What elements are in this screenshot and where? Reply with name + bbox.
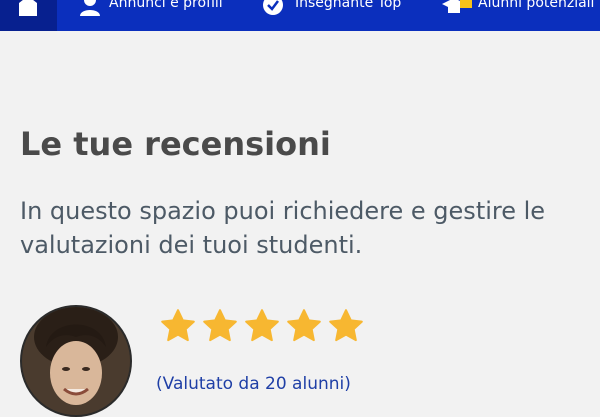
star-icon	[158, 306, 198, 346]
star-icon	[242, 306, 282, 346]
home-tab[interactable]	[0, 0, 57, 31]
star-rating	[158, 306, 368, 346]
graduation-cap-icon	[440, 0, 472, 19]
badge-check-icon	[262, 0, 284, 19]
home-icon	[19, 0, 37, 16]
nav-item-potential-students[interactable]: Alunni potenziali	[440, 0, 600, 31]
star-icon	[284, 306, 324, 346]
star-icon	[200, 306, 240, 346]
nav-item-top-teacher[interactable]: Insegnante Top	[262, 0, 422, 31]
top-navigation: Annunci e profili Insegnante Top Alunni …	[0, 0, 600, 31]
star-icon	[326, 306, 366, 346]
nav-item-label: Annunci e profili	[109, 0, 223, 11]
page-description: In questo spazio puoi richiedere e gesti…	[20, 197, 546, 259]
nav-item-ads-profiles[interactable]: Annunci e profili	[80, 0, 240, 31]
page-title: Le tue recensioni	[20, 125, 331, 163]
avatar	[20, 305, 132, 417]
nav-item-label: Insegnante Top	[295, 0, 402, 11]
rating-count-link[interactable]: (Valutato da 20 alunni)	[156, 373, 351, 395]
nav-item-label: Alunni potenziali	[478, 0, 595, 11]
person-icon	[80, 0, 100, 19]
